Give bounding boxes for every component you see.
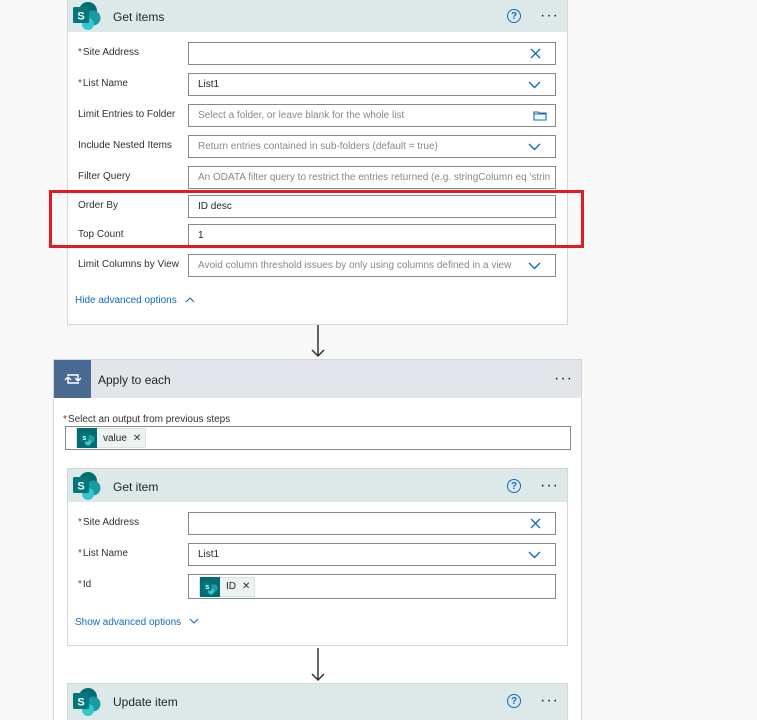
- help-icon[interactable]: ?: [507, 479, 521, 493]
- more-options-icon[interactable]: ···: [540, 8, 559, 24]
- field-label-site-address: *Site Address: [78, 517, 140, 528]
- field-label-id: *Id: [78, 579, 92, 590]
- arrow-down-icon: [311, 648, 325, 682]
- chevron-up-icon: [185, 297, 194, 303]
- clear-icon[interactable]: [530, 43, 541, 64]
- help-icon[interactable]: ?: [507, 694, 521, 708]
- sharepoint-logo-icon: [200, 576, 220, 597]
- list-name-dropdown[interactable]: List1: [188, 73, 556, 96]
- card-title: Get item: [113, 480, 159, 494]
- get-item-header[interactable]: Get item ? ···: [68, 469, 567, 502]
- highlight-box: [49, 190, 584, 248]
- field-label-site-address: *Site Address: [78, 47, 140, 58]
- nested-items-dropdown[interactable]: Return entries contained in sub-folders …: [188, 135, 556, 158]
- arrow-down-icon: [311, 325, 325, 358]
- field-label-limit-columns: Limit Columns by View: [78, 259, 179, 270]
- remove-token-icon[interactable]: ✕: [133, 433, 141, 444]
- update-item-card: Update item ? ···: [67, 683, 568, 720]
- limit-folder-input[interactable]: Select a folder, or leave blank for the …: [188, 104, 556, 127]
- more-options-icon[interactable]: ···: [554, 371, 573, 387]
- more-options-icon[interactable]: ···: [540, 478, 559, 494]
- field-label-nested-items: Include Nested Items: [78, 140, 172, 151]
- filter-query-input[interactable]: An ODATA filter query to restrict the en…: [188, 166, 556, 189]
- hide-advanced-options-link[interactable]: Hide advanced options: [75, 295, 195, 306]
- field-label-filter-query: Filter Query: [78, 171, 131, 182]
- field-label-list-name: *List Name: [78, 78, 128, 89]
- get-items-header[interactable]: Get items ? ···: [68, 0, 567, 32]
- chevron-down-icon[interactable]: [524, 255, 541, 276]
- field-label-list-name: *List Name: [78, 548, 128, 559]
- show-advanced-options-link[interactable]: Show advanced options: [75, 617, 199, 628]
- update-item-header[interactable]: Update item ? ···: [68, 684, 567, 720]
- folder-icon[interactable]: [529, 105, 547, 126]
- value-token[interactable]: value ✕: [76, 428, 147, 448]
- sharepoint-logo-icon: [71, 471, 101, 501]
- select-output-input[interactable]: value ✕: [65, 426, 571, 450]
- site-address-input[interactable]: [188, 512, 556, 535]
- clear-icon[interactable]: [530, 513, 541, 534]
- chevron-down-icon: [189, 618, 199, 624]
- limit-columns-dropdown[interactable]: Avoid column threshold issues by only us…: [188, 254, 556, 277]
- field-label-limit-folder: Limit Entries to Folder: [78, 109, 176, 120]
- remove-token-icon[interactable]: ✕: [242, 581, 250, 592]
- sharepoint-logo-icon: [77, 428, 97, 448]
- id-input[interactable]: ID ✕: [188, 574, 556, 599]
- chevron-down-icon[interactable]: [528, 74, 541, 95]
- card-title: Apply to each: [98, 373, 171, 387]
- field-label-select-output: *Select an output from previous steps: [63, 414, 231, 425]
- site-address-input[interactable]: [188, 42, 556, 65]
- card-title: Get items: [113, 10, 165, 24]
- help-icon[interactable]: ?: [507, 9, 521, 23]
- loop-icon: [54, 360, 91, 398]
- sharepoint-logo-icon: [71, 1, 101, 31]
- chevron-down-icon[interactable]: [528, 544, 541, 565]
- more-options-icon[interactable]: ···: [540, 693, 559, 709]
- id-token[interactable]: ID ✕: [199, 576, 256, 597]
- apply-to-each-header[interactable]: Apply to each ···: [54, 360, 581, 398]
- sharepoint-logo-icon: [71, 687, 101, 717]
- list-name-dropdown[interactable]: List1: [188, 543, 556, 566]
- chevron-down-icon[interactable]: [528, 136, 541, 157]
- card-title: Update item: [113, 695, 178, 709]
